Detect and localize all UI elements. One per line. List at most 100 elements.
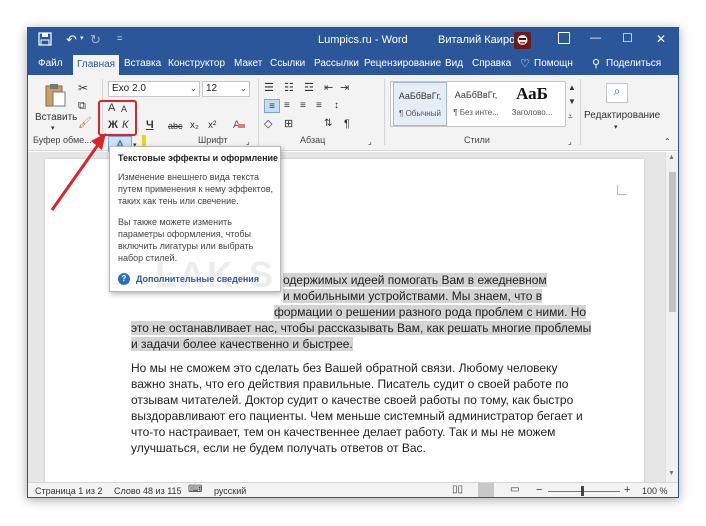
styles-launcher-icon[interactable]: ⌟	[568, 135, 572, 149]
tab-home[interactable]: Главная	[73, 55, 120, 75]
superscript-button[interactable]: x²	[208, 119, 216, 133]
language[interactable]: русский	[214, 486, 246, 496]
align-center-icon[interactable]: ≡	[284, 99, 290, 113]
tab-help[interactable]: Справка	[468, 53, 515, 75]
tab-mailings[interactable]: Рассылки	[310, 53, 363, 75]
scroll-thumb[interactable]	[669, 172, 676, 312]
sort-icon[interactable]: ⇅	[324, 117, 332, 131]
annotation-highlight-box	[98, 100, 137, 136]
redo-icon[interactable]: ↻	[90, 32, 101, 48]
styles-more-icon[interactable]: ⩡	[568, 110, 573, 124]
align-right-icon[interactable]: ≡	[300, 99, 306, 113]
style-heading-1[interactable]: АаБ Заголово...	[505, 82, 559, 126]
proofing-icon[interactable]: ⌨	[188, 484, 202, 495]
document-title: Lumpics.ru - Word	[318, 34, 408, 46]
title-bar: ↶ ▾ ↻ = Lumpics.ru - Word Виталий Каиров…	[28, 28, 678, 53]
show-marks-icon[interactable]: ¶	[344, 117, 350, 131]
font-size-dropdown-icon[interactable]: ⌄	[240, 82, 247, 96]
paste-dropdown-icon[interactable]: ▾	[51, 122, 55, 136]
format-painter-icon[interactable]: 🖌	[78, 116, 92, 130]
editing-dropdown-icon[interactable]: ▾	[614, 121, 618, 135]
minimize-button[interactable]: —	[590, 32, 601, 44]
zoom-out-button[interactable]: −	[536, 484, 542, 496]
zoom-in-button[interactable]: +	[624, 484, 630, 496]
paste-icon[interactable]	[42, 82, 68, 108]
share-button[interactable]: Поделиться	[602, 53, 665, 75]
tooltip-description-line: Изменение внешнего вида текста	[118, 172, 259, 182]
collapse-ribbon-icon[interactable]: ⌃	[664, 135, 671, 149]
copy-icon[interactable]: ⧉	[78, 99, 86, 113]
highlighted-text: и задачи более качественно и быстрее.	[131, 337, 353, 351]
scroll-down-icon[interactable]: ▼	[668, 470, 675, 477]
styles-scroll-up-icon[interactable]: ▲	[568, 81, 576, 95]
undo-icon[interactable]: ↶	[66, 32, 77, 48]
avatar[interactable]	[514, 32, 531, 49]
borders-icon[interactable]: ⊞	[284, 117, 293, 131]
tab-references[interactable]: Ссылки	[266, 53, 309, 75]
font-name-input[interactable]: Exo 2.0	[108, 81, 200, 97]
styles-scroll-down-icon[interactable]: ▼	[568, 95, 576, 109]
tooltip-description-line: Вы также можете изменить	[118, 217, 232, 227]
style-normal-sample: АаБбВвГг,	[398, 91, 442, 101]
decrease-indent-icon[interactable]: ⇤	[324, 81, 333, 95]
paragraph-2-line-1: Но мы не сможем это сделать без Вашей об…	[131, 361, 558, 375]
numbering-icon[interactable]: ☷	[284, 81, 294, 95]
subscript-button[interactable]: x₂	[190, 119, 199, 133]
customize-qat-icon[interactable]: =	[117, 33, 122, 43]
justify-icon[interactable]: ≡	[316, 99, 322, 113]
read-mode-icon[interactable]: ▯▯	[452, 484, 463, 495]
paragraph-2-line-5: что-то настраивает, тем он качественнее …	[131, 425, 556, 439]
style-normal-name: ¶ Обычный	[399, 109, 441, 118]
paragraph-2-line-6: улучшаться, если не будем получать ответ…	[131, 441, 426, 455]
restore-button[interactable]: ☐	[622, 31, 633, 45]
style-normal[interactable]: АаБбВвГг, ¶ Обычный	[393, 82, 447, 126]
user-name[interactable]: Виталий Каиров	[438, 34, 521, 46]
paste-button[interactable]: Вставить	[35, 111, 77, 125]
clipboard-launcher-icon[interactable]: ⌟	[96, 135, 100, 149]
strikethrough-button[interactable]: abc	[168, 119, 183, 133]
editing-button[interactable]: Редактирование	[584, 109, 660, 123]
multilevel-list-icon[interactable]: ☲	[304, 81, 314, 95]
paragraph-2[interactable]: Но мы не сможем это сделать без Вашей об…	[131, 360, 616, 456]
close-button[interactable]: ✕	[656, 32, 666, 46]
undo-dropdown-icon[interactable]: ▾	[80, 34, 84, 42]
bullets-icon[interactable]: ☰	[264, 81, 274, 95]
status-bar: Страница 1 из 2 Слово 48 из 115 ⌨ русски…	[28, 482, 678, 497]
page-count[interactable]: Страница 1 из 2	[35, 486, 102, 496]
align-left-icon[interactable]: ≡	[264, 99, 280, 113]
shading-icon[interactable]: ◇	[264, 117, 272, 131]
tab-file[interactable]: Файл	[34, 53, 67, 75]
font-name-dropdown-icon[interactable]: ⌄	[190, 82, 197, 96]
styles-gallery: АаБбВвГг, ¶ Обычный АаБбВвГг, ¶ Без инте…	[390, 81, 566, 127]
zoom-slider-thumb[interactable]	[581, 486, 584, 496]
save-icon[interactable]	[38, 32, 52, 46]
style-no-spacing[interactable]: АаБбВвГг, ¶ Без инте...	[449, 82, 503, 126]
help-icon[interactable]: ?	[118, 273, 130, 285]
print-layout-icon[interactable]	[478, 483, 494, 497]
margin-mark-top-right	[617, 185, 627, 195]
zoom-level[interactable]: 100 %	[642, 486, 668, 496]
tab-design[interactable]: Конструктор	[164, 53, 229, 75]
line-spacing-icon[interactable]: ↕	[334, 99, 339, 113]
styles-group-label: Стили	[464, 135, 490, 145]
increase-indent-icon[interactable]: ⇥	[340, 81, 349, 95]
zoom-slider[interactable]	[548, 491, 620, 492]
vertical-scrollbar[interactable]: ▲ ▼	[665, 152, 678, 482]
ribbon-display-options-icon[interactable]	[558, 32, 570, 44]
web-layout-icon[interactable]: ▭	[510, 484, 519, 495]
tab-insert[interactable]: Вставка	[120, 53, 165, 75]
tooltip-title: Текстовые эффекты и оформление	[118, 153, 279, 163]
highlighted-text: формации о решении разного рода проблем …	[274, 305, 587, 319]
scroll-up-icon[interactable]: ▲	[668, 154, 675, 161]
paragraph-launcher-icon[interactable]: ⌟	[368, 135, 372, 149]
editing-search-icon[interactable]: ⌕	[606, 83, 628, 103]
clipboard-group-label: Буфер обме...	[33, 135, 92, 145]
tab-tell-me[interactable]: Помощн	[530, 53, 577, 75]
tab-review[interactable]: Рецензирование	[360, 53, 445, 75]
tab-layout[interactable]: Макет	[230, 53, 266, 75]
word-count[interactable]: Слово 48 из 115	[114, 486, 182, 496]
highlighted-text: и мобильными устройствами. Мы знаем, что…	[283, 289, 543, 303]
underline-button[interactable]: Ч	[146, 118, 154, 132]
cut-icon[interactable]: ✂	[78, 81, 88, 95]
tab-view[interactable]: Вид	[441, 53, 467, 75]
